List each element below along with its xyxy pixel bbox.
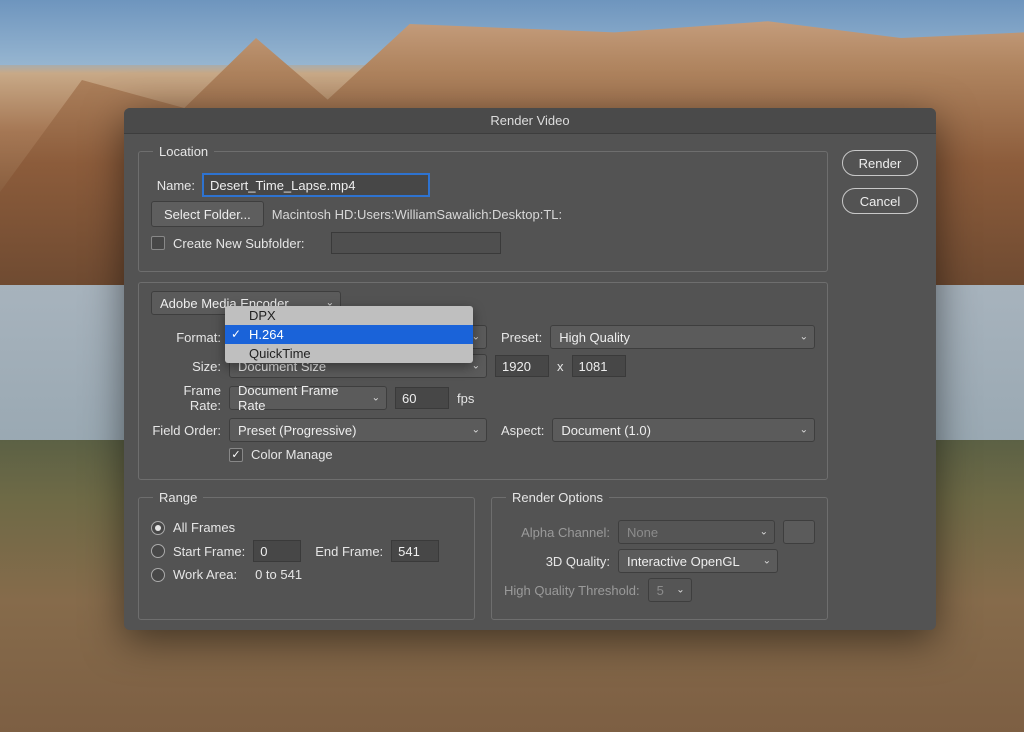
format-option-quicktime[interactable]: QuickTime bbox=[225, 344, 473, 363]
fieldorder-select[interactable]: Preset (Progressive) ⌄ bbox=[229, 418, 487, 442]
format-label: Format: bbox=[151, 330, 221, 345]
framerate-label: Frame Rate: bbox=[151, 383, 221, 413]
start-frame-label: Start Frame: bbox=[173, 544, 245, 559]
dialog-title: Render Video bbox=[124, 108, 936, 134]
render-video-dialog: Render Video Location Name: Select Folde… bbox=[124, 108, 936, 630]
chevron-down-icon: ⌄ bbox=[676, 585, 684, 596]
render-options-legend: Render Options bbox=[506, 490, 609, 505]
threshold-select: 5 ⌄ bbox=[648, 578, 692, 602]
fieldorder-label: Field Order: bbox=[151, 423, 221, 438]
subfolder-name-input[interactable] bbox=[331, 232, 501, 254]
color-manage-checkbox[interactable] bbox=[229, 448, 243, 462]
chevron-down-icon: ⌄ bbox=[800, 425, 808, 436]
all-frames-radio[interactable] bbox=[151, 521, 165, 535]
render-options-panel: Render Options Alpha Channel: None ⌄ 3D … bbox=[491, 490, 828, 620]
threshold-label: High Quality Threshold: bbox=[504, 583, 640, 598]
range-legend: Range bbox=[153, 490, 203, 505]
dialog-buttons: Render Cancel bbox=[842, 144, 922, 630]
framerate-input[interactable] bbox=[395, 387, 449, 409]
framerate-mode-select[interactable]: Document Frame Rate ⌄ bbox=[229, 386, 387, 410]
start-frame-radio[interactable] bbox=[151, 544, 165, 558]
alpha-swatch bbox=[783, 520, 815, 544]
path-text: Macintosh HD:Users:WilliamSawalich:Deskt… bbox=[272, 207, 562, 222]
quality-label: 3D Quality: bbox=[504, 554, 610, 569]
preset-label: Preset: bbox=[501, 330, 542, 345]
end-frame-label: End Frame: bbox=[315, 544, 383, 559]
chevron-down-icon: ⌄ bbox=[800, 332, 808, 343]
start-frame-input[interactable] bbox=[253, 540, 301, 562]
name-input[interactable] bbox=[203, 174, 429, 196]
width-input[interactable] bbox=[495, 355, 549, 377]
color-manage-label: Color Manage bbox=[251, 447, 333, 462]
alpha-select: None ⌄ bbox=[618, 520, 775, 544]
x-label: x bbox=[557, 359, 564, 374]
cancel-button[interactable]: Cancel bbox=[842, 188, 918, 214]
range-panel: Range All Frames Start Frame: End Frame: bbox=[138, 490, 475, 620]
fps-label: fps bbox=[457, 391, 474, 406]
quality-select[interactable]: Interactive OpenGL ⌄ bbox=[618, 549, 778, 573]
chevron-down-icon: ⌄ bbox=[760, 527, 768, 538]
chevron-down-icon: ⌄ bbox=[372, 393, 380, 404]
format-dropdown-menu: DPX ✓ H.264 QuickTime bbox=[225, 306, 473, 363]
end-frame-input[interactable] bbox=[391, 540, 439, 562]
select-folder-button[interactable]: Select Folder... bbox=[151, 201, 264, 227]
work-area-radio[interactable] bbox=[151, 568, 165, 582]
name-label: Name: bbox=[151, 178, 195, 193]
encoder-panel: Adobe Media Encoder ⌄ Format: ⌄ Preset: … bbox=[138, 282, 828, 480]
preset-select[interactable]: High Quality ⌄ bbox=[550, 325, 815, 349]
aspect-label: Aspect: bbox=[501, 423, 544, 438]
alpha-label: Alpha Channel: bbox=[504, 525, 610, 540]
size-label: Size: bbox=[151, 359, 221, 374]
format-option-dpx[interactable]: DPX bbox=[225, 306, 473, 325]
format-option-h264[interactable]: ✓ H.264 bbox=[225, 325, 473, 344]
work-area-label: Work Area: bbox=[173, 567, 237, 582]
location-legend: Location bbox=[153, 144, 214, 159]
chevron-down-icon: ⌄ bbox=[472, 425, 480, 436]
render-button[interactable]: Render bbox=[842, 150, 918, 176]
height-input[interactable] bbox=[572, 355, 626, 377]
chevron-down-icon: ⌄ bbox=[763, 556, 771, 567]
check-icon: ✓ bbox=[231, 325, 241, 344]
all-frames-label: All Frames bbox=[173, 520, 235, 535]
aspect-select[interactable]: Document (1.0) ⌄ bbox=[552, 418, 815, 442]
create-subfolder-label: Create New Subfolder: bbox=[173, 236, 305, 251]
location-panel: Location Name: Select Folder... Macintos… bbox=[138, 144, 828, 272]
work-area-value: 0 to 541 bbox=[255, 567, 302, 582]
create-subfolder-checkbox[interactable] bbox=[151, 236, 165, 250]
